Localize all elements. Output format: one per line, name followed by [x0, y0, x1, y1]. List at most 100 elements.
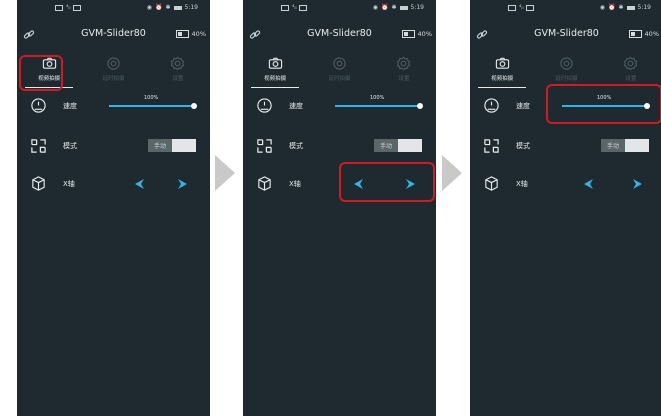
tab-bar: 视频拍摄 延时拍摄 设置 [470, 54, 661, 88]
tab-video[interactable]: 视频拍摄 [243, 54, 307, 88]
mode-row: 模式 手动 [470, 134, 661, 158]
eye-icon: ◉ [599, 4, 605, 11]
status-bar: ⁴ᵢₗ ◉ ⏰ ✱ 5:19 [17, 0, 210, 14]
sim-icon [55, 4, 63, 11]
speed-slider[interactable] [109, 102, 197, 109]
app-header: GVM-Slider80 40% [17, 28, 210, 44]
battery-icon [628, 30, 642, 38]
mode-label: 模式 [63, 142, 77, 150]
toggle-manual[interactable]: 手动 [601, 139, 625, 152]
device-battery: 40% [401, 30, 432, 38]
left-arrow-icon[interactable] [134, 178, 145, 190]
device-battery: 40% [628, 30, 659, 38]
tab-label: 视频拍摄 [264, 76, 287, 82]
right-arrow-icon[interactable] [632, 178, 643, 190]
tab-video[interactable]: 视频拍摄 [470, 54, 534, 88]
tab-label: 设置 [398, 76, 410, 82]
tab-video[interactable]: 视频拍摄 [17, 54, 81, 88]
gear-icon [170, 56, 185, 71]
toggle-auto[interactable] [625, 139, 649, 152]
speed-slider[interactable] [335, 102, 423, 109]
status-time: 5:19 [184, 4, 198, 11]
phone-screen-1: ⁴ᵢₗ ◉ ⏰ ✱ 5:19 GVM-Slider80 40% 视频拍摄 延时拍摄 设… [17, 0, 210, 416]
x-axis-row: X轴 [243, 172, 436, 196]
speed-value: 100% [597, 95, 612, 101]
tab-bar: 视频拍摄 延时拍摄 设置 [243, 54, 436, 88]
alarm-icon: ⏰ [608, 4, 616, 11]
slider-knob[interactable] [644, 102, 650, 109]
status-bar: ⁴ᵢₗ ◉ ⏰ ✱ 5:19 [243, 0, 436, 14]
eye-icon: ◉ [146, 4, 152, 11]
phone-screen-3: ⁴ᵢₗ ◉ ⏰ ✱ 5:19 GVM-Slider80 40% 视频拍摄 延时拍摄 设… [470, 0, 661, 416]
battery-level: 40% [417, 30, 432, 38]
tab-label: 设置 [172, 76, 184, 82]
mode-label: 模式 [289, 142, 303, 150]
x-axis-label: X轴 [63, 180, 75, 188]
x-axis-row: X轴 [470, 172, 661, 196]
gear-icon [396, 56, 411, 71]
eye-icon: ◉ [372, 4, 378, 11]
speedometer-icon [31, 98, 46, 113]
tab-label: 延时拍摄 [102, 76, 125, 82]
cube-icon [32, 176, 45, 191]
right-arrow-icon[interactable] [405, 178, 416, 190]
tab-timelapse[interactable]: 延时拍摄 [81, 54, 145, 88]
tab-settings[interactable]: 设置 [146, 54, 210, 88]
camera-icon [495, 57, 509, 69]
status-bar: ⁴ᵢₗ ◉ ⏰ ✱ 5:19 [470, 0, 661, 14]
speedometer-icon [484, 98, 499, 113]
signal-icon: ⁴ᵢₗ [519, 4, 524, 11]
tab-timelapse[interactable]: 延时拍摄 [307, 54, 371, 88]
camera-icon [268, 57, 282, 69]
slider-knob[interactable] [417, 102, 423, 109]
toggle-auto[interactable] [398, 139, 422, 152]
x-axis-label: X轴 [516, 180, 528, 188]
mode-toggle[interactable]: 手动 [601, 139, 649, 152]
camera-icon [42, 57, 56, 69]
left-arrow-icon[interactable] [353, 178, 364, 190]
mode-toggle[interactable]: 手动 [374, 139, 422, 152]
alarm-icon: ⏰ [381, 4, 389, 11]
speedometer-icon [257, 98, 272, 113]
speed-value: 100% [144, 95, 159, 101]
speed-row: 速度 100% [243, 94, 436, 118]
next-step-arrow [215, 155, 235, 191]
status-battery-icon [173, 5, 182, 10]
status-battery-icon [399, 5, 408, 10]
cube-icon [485, 176, 498, 191]
status-time: 5:19 [637, 4, 651, 11]
timer-icon [333, 57, 346, 70]
battery-level: 40% [644, 30, 659, 38]
cube-icon [258, 176, 271, 191]
tab-settings[interactable]: 设置 [599, 54, 661, 88]
device-battery: 40% [175, 30, 206, 38]
mode-toggle[interactable]: 手动 [148, 139, 196, 152]
slider-knob[interactable] [191, 102, 197, 109]
app-icon [526, 4, 535, 11]
sim-icon [508, 4, 516, 11]
tab-timelapse[interactable]: 延时拍摄 [534, 54, 598, 88]
speed-slider[interactable] [562, 102, 650, 109]
right-arrow-icon[interactable] [177, 178, 188, 190]
left-arrow-icon[interactable] [583, 178, 594, 190]
tab-bar: 视频拍摄 延时拍摄 设置 [17, 54, 210, 88]
x-axis-label: X轴 [289, 180, 301, 188]
status-time: 5:19 [410, 4, 424, 11]
battery-icon [175, 30, 189, 38]
bluetooth-icon: ✱ [165, 4, 171, 11]
toggle-manual[interactable]: 手动 [374, 139, 398, 152]
tab-label: 视频拍摄 [38, 76, 61, 82]
timer-icon [560, 57, 573, 70]
tab-label: 延时拍摄 [555, 76, 578, 82]
tab-settings[interactable]: 设置 [372, 54, 436, 88]
signal-icon: ⁴ᵢₗ [292, 4, 297, 11]
mode-label: 模式 [516, 142, 530, 150]
speed-row: 速度 100% [470, 94, 661, 118]
bluetooth-icon: ✱ [618, 4, 624, 11]
toggle-auto[interactable] [172, 139, 196, 152]
toggle-manual[interactable]: 手动 [148, 139, 172, 152]
status-battery-icon [626, 5, 635, 10]
next-step-arrow [442, 155, 462, 191]
app-header: GVM-Slider80 40% [470, 28, 661, 44]
speed-label: 速度 [63, 102, 77, 110]
